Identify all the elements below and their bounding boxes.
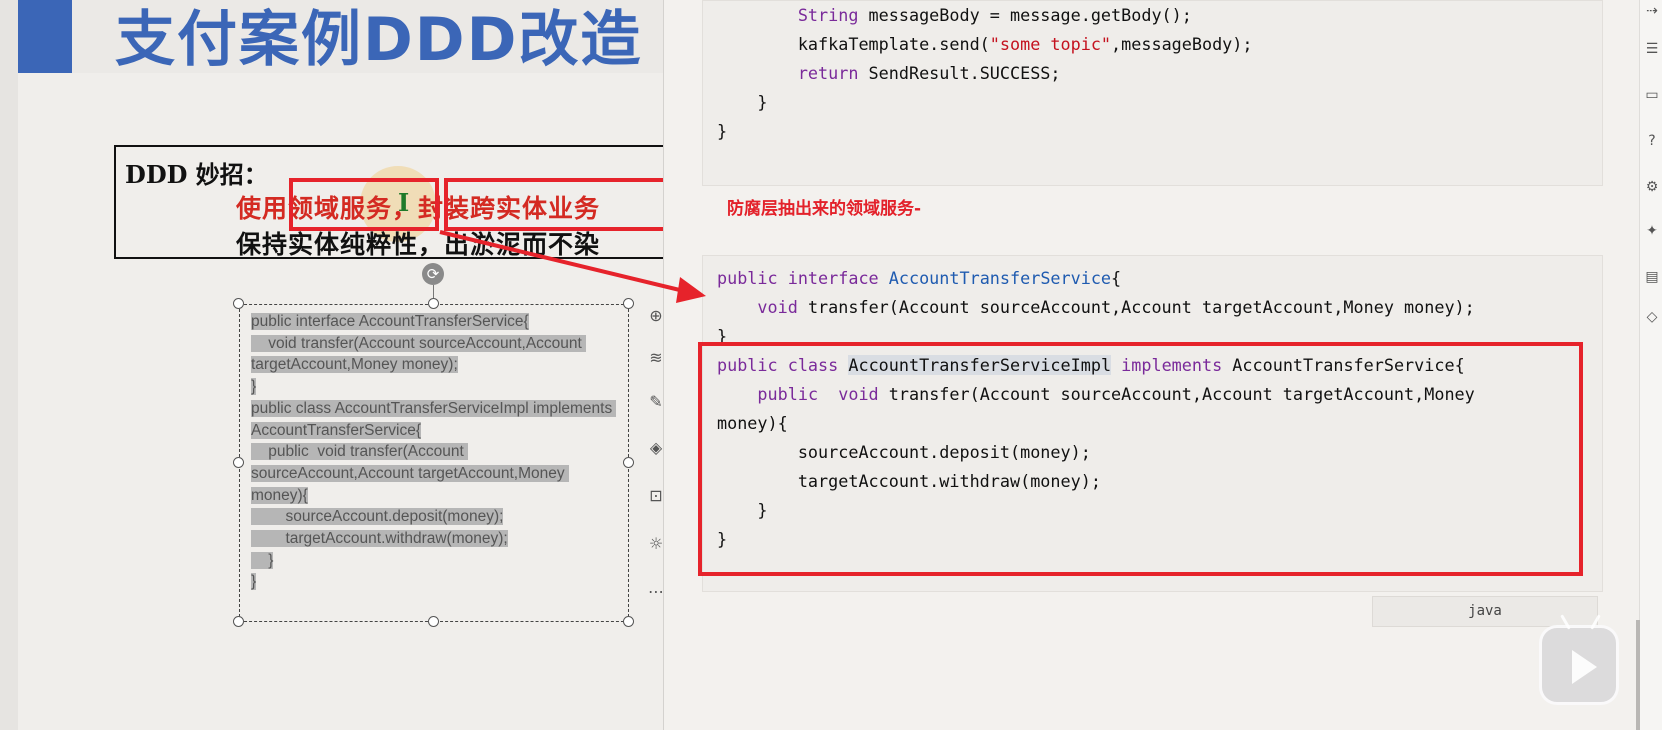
book-icon[interactable]: ▭ <box>1644 86 1660 104</box>
highlight-box-domain-service <box>289 178 439 231</box>
selected-line: } <box>251 378 257 396</box>
resize-handle[interactable] <box>623 298 634 309</box>
selected-line: public class AccountTransferServiceImpl … <box>251 399 616 439</box>
stack-icon[interactable]: ▤ <box>1644 268 1660 286</box>
selected-line: } <box>251 573 257 591</box>
highlight-box-impl-class <box>698 342 1583 576</box>
selected-code-text[interactable]: public interface AccountTransferService{… <box>251 311 619 593</box>
help-icon[interactable]: ? <box>1644 132 1660 150</box>
layers-icon[interactable]: ≋ <box>648 348 664 370</box>
fill-icon[interactable]: ◈ <box>648 438 664 460</box>
resize-handle[interactable] <box>233 298 244 309</box>
resize-handle[interactable] <box>428 298 439 309</box>
tools-icon[interactable]: ⚙ <box>1644 178 1660 196</box>
slide-title: 支付案例DDD改造 <box>115 5 643 75</box>
resize-handle[interactable] <box>623 457 634 468</box>
highlight-box-cross-entity <box>444 178 684 231</box>
selected-line: sourceAccount.deposit(money); <box>251 508 504 526</box>
resize-handle[interactable] <box>428 616 439 627</box>
selected-line: void transfer(Account sourceAccount,Acco… <box>251 334 587 374</box>
selected-line: public void transfer(Account sourceAccou… <box>251 443 569 504</box>
selected-line: public interface AccountTransferService{ <box>251 313 529 330</box>
crop-icon[interactable]: ⊡ <box>648 486 664 508</box>
bulb-icon[interactable]: ✦ <box>1644 222 1660 240</box>
resize-handle[interactable] <box>233 616 244 627</box>
selected-line: targetAccount.withdraw(money); <box>251 530 508 548</box>
right-edge-toolbar: ⇢ ☰ ▭ ? ⚙ ✦ ▤ ◇ <box>1639 0 1662 730</box>
resize-handle[interactable] <box>233 457 244 468</box>
play-triangle <box>1572 650 1597 684</box>
share-icon[interactable]: ⇢ <box>1644 2 1660 20</box>
code-kafka-send: String messageBody = message.getBody(); … <box>717 5 1253 141</box>
scrollbar-thumb[interactable] <box>1636 620 1640 730</box>
play-icon[interactable] <box>1539 625 1619 705</box>
more-icon[interactable]: ⋯ <box>648 582 664 604</box>
pen-icon[interactable]: ✎ <box>648 392 664 414</box>
tip-heading: DDD 妙招： <box>125 160 268 189</box>
annotation-domain-service: 防腐层抽出来的领域服务- <box>727 199 922 219</box>
cube-icon[interactable]: ◇ <box>1644 308 1660 326</box>
floating-format-toolbar: ⊕ ≋ ✎ ◈ ⊡ ☼ ⋯ <box>648 300 664 630</box>
rotate-handle-icon[interactable]: ⟳ <box>422 263 444 285</box>
selected-line: } <box>251 551 274 569</box>
idea-icon[interactable]: ☼ <box>648 534 664 556</box>
title-accent-block <box>18 0 72 73</box>
resize-handle[interactable] <box>623 616 634 627</box>
list-icon[interactable]: ☰ <box>1644 40 1660 58</box>
slide-sidebar-edge <box>0 0 19 730</box>
plus-icon[interactable]: ⊕ <box>648 306 664 328</box>
